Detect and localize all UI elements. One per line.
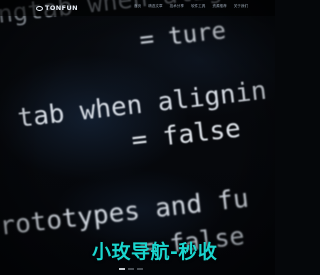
main-nav: 首页 精选文章 技术分享 软件工具 资源推荐 关于我们 — [134, 4, 248, 9]
code-line-2-value: = false — [130, 113, 243, 156]
nav-item-tech[interactable]: 技术分享 — [170, 4, 184, 9]
nav-item-home[interactable]: 首页 — [134, 4, 141, 9]
carousel-dot-2[interactable] — [128, 268, 134, 270]
code-line-1-value: = ture — [138, 16, 228, 54]
hero-banner: ngtab when aligning = ture tab when alig… — [0, 0, 275, 275]
carousel-indicators — [119, 268, 143, 270]
nav-item-tools[interactable]: 软件工具 — [191, 4, 205, 9]
carousel-dot-1[interactable] — [119, 268, 125, 270]
nav-item-about[interactable]: 关于我们 — [234, 4, 248, 9]
site-logo[interactable]: TONFUN — [36, 4, 78, 12]
logo-text: TONFUN — [45, 4, 78, 12]
carousel-dot-3[interactable] — [137, 268, 143, 270]
nav-item-articles[interactable]: 精选文章 — [148, 4, 162, 9]
banner-title[interactable]: 小玫导航-秒收 — [92, 237, 217, 264]
nav-item-resources[interactable]: 资源推荐 — [212, 4, 226, 9]
top-nav-bar: TONFUN 首页 精选文章 技术分享 软件工具 资源推荐 关于我们 — [0, 0, 275, 16]
eye-logo-icon — [36, 5, 43, 11]
